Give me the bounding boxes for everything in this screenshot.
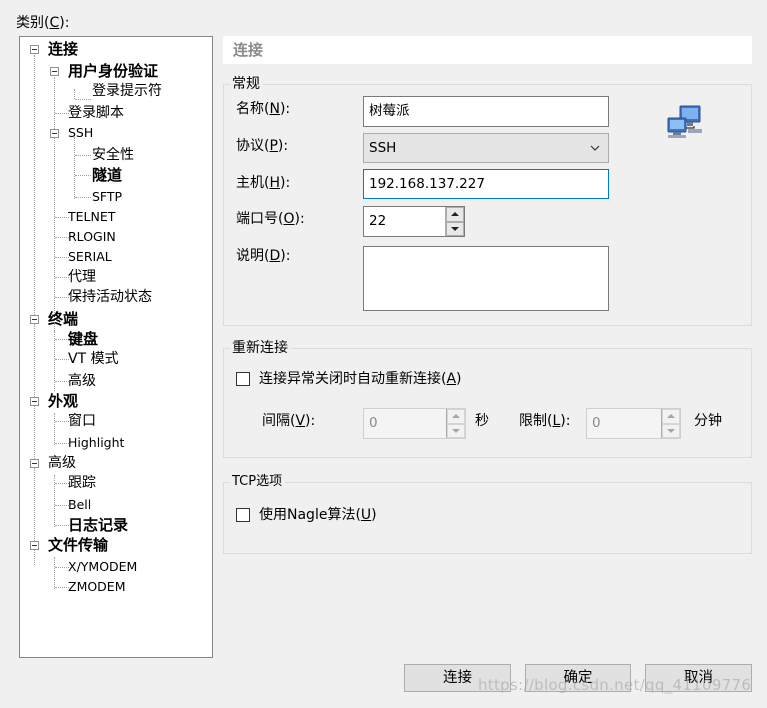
- category-tree[interactable]: 连接 用户身份验证 登录提示符 登录脚本 SSH 安全性 隧道 SFTP TEL…: [19, 36, 213, 658]
- nagle-label[interactable]: 使用Nagle算法(U): [259, 504, 377, 526]
- port-value: 22: [369, 213, 387, 229]
- tree-item-proxy[interactable]: 代理: [68, 267, 96, 287]
- interval-increment[interactable]: [447, 409, 465, 424]
- nagle-checkbox[interactable]: [236, 508, 250, 522]
- tree-item-serial[interactable]: SERIAL: [68, 247, 112, 267]
- auto-reconnect-label[interactable]: 连接异常关闭时自动重新连接(A): [259, 368, 462, 390]
- reconnect-group: [223, 348, 752, 458]
- tree-item-terminal-advanced[interactable]: 高级: [68, 371, 96, 391]
- general-legend: 常规: [230, 75, 263, 93]
- collapse-icon[interactable]: [30, 459, 39, 468]
- tree-item-appearance[interactable]: 外观: [48, 391, 78, 411]
- tree-item-login-scripts[interactable]: 登录脚本: [68, 103, 124, 123]
- limit-field[interactable]: 0: [586, 408, 681, 439]
- tree-item-trace[interactable]: 跟踪: [68, 473, 96, 493]
- port-stepper[interactable]: [445, 207, 464, 236]
- interval-value: 0: [369, 415, 378, 431]
- protocol-select[interactable]: SSH: [363, 133, 609, 163]
- tree-item-advanced[interactable]: 高级: [48, 453, 76, 473]
- tree-item-xymodem[interactable]: X/YMODEM: [68, 557, 137, 577]
- tree-item-vt-modes[interactable]: VT 模式: [68, 349, 119, 369]
- tree-item-keep-alive[interactable]: 保持活动状态: [68, 287, 152, 307]
- tree-item-keyboard[interactable]: 键盘: [68, 329, 98, 349]
- host-field[interactable]: 192.168.137.227: [363, 169, 609, 199]
- auto-reconnect-checkbox[interactable]: [236, 372, 250, 386]
- tree-item-rlogin[interactable]: RLOGIN: [68, 227, 116, 247]
- collapse-icon[interactable]: [30, 315, 39, 324]
- protocol-value: SSH: [369, 140, 397, 156]
- limit-label: 限制(L):: [519, 413, 571, 429]
- tree-item-telnet[interactable]: TELNET: [68, 207, 115, 227]
- category-label: 类别(C):: [16, 15, 70, 31]
- collapse-icon[interactable]: [30, 541, 39, 550]
- description-label: 说明(D):: [236, 248, 291, 264]
- tree-item-highlight[interactable]: Highlight: [68, 433, 124, 453]
- tree-item-security[interactable]: 安全性: [92, 145, 134, 165]
- network-computer-icon: [667, 105, 702, 138]
- collapse-icon[interactable]: [50, 129, 59, 138]
- interval-label: 间隔(V):: [262, 413, 316, 429]
- interval-unit: 秒: [475, 413, 489, 429]
- tree-item-window[interactable]: 窗口: [68, 411, 96, 431]
- limit-value: 0: [592, 415, 601, 431]
- tree-item-ssh[interactable]: SSH: [68, 123, 93, 143]
- limit-increment[interactable]: [662, 409, 680, 424]
- page-title: 连接: [223, 36, 752, 64]
- collapse-icon[interactable]: [30, 45, 39, 54]
- port-label: 端口号(O):: [236, 211, 305, 227]
- tree-item-login-prompts[interactable]: 登录提示符: [92, 81, 162, 101]
- description-field[interactable]: [363, 246, 609, 311]
- reconnect-legend: 重新连接: [230, 339, 291, 357]
- tree-item-sftp[interactable]: SFTP: [92, 187, 122, 207]
- port-field[interactable]: 22: [363, 206, 465, 237]
- tree-item-file-transfer[interactable]: 文件传输: [48, 535, 108, 555]
- tcp-options-legend: TCP选项: [230, 473, 286, 491]
- collapse-icon[interactable]: [30, 397, 39, 406]
- tree-item-tunneling[interactable]: 隧道: [92, 165, 122, 185]
- protocol-label: 协议(P):: [236, 138, 289, 154]
- limit-decrement[interactable]: [662, 423, 680, 438]
- port-decrement[interactable]: [446, 221, 464, 236]
- name-field[interactable]: 树莓派: [363, 96, 609, 127]
- collapse-icon[interactable]: [50, 67, 59, 76]
- chevron-down-icon: [590, 145, 600, 151]
- name-label: 名称(N):: [236, 101, 291, 117]
- tree-item-authentication[interactable]: 用户身份验证: [68, 61, 158, 81]
- tree-item-logging[interactable]: 日志记录: [68, 515, 128, 535]
- limit-unit: 分钟: [694, 413, 722, 429]
- interval-field[interactable]: 0: [363, 408, 466, 439]
- tree-item-zmodem[interactable]: ZMODEM: [68, 577, 126, 597]
- tree-item-connection[interactable]: 连接: [48, 39, 78, 59]
- tree-item-bell[interactable]: Bell: [68, 495, 91, 515]
- host-label: 主机(H):: [236, 175, 291, 191]
- watermark: https://blog.csdn.net/qq_41109776: [478, 676, 752, 694]
- port-increment[interactable]: [446, 207, 464, 222]
- interval-stepper[interactable]: [446, 409, 465, 438]
- tree-item-terminal[interactable]: 终端: [48, 309, 78, 329]
- interval-decrement[interactable]: [447, 423, 465, 438]
- limit-stepper[interactable]: [661, 409, 680, 438]
